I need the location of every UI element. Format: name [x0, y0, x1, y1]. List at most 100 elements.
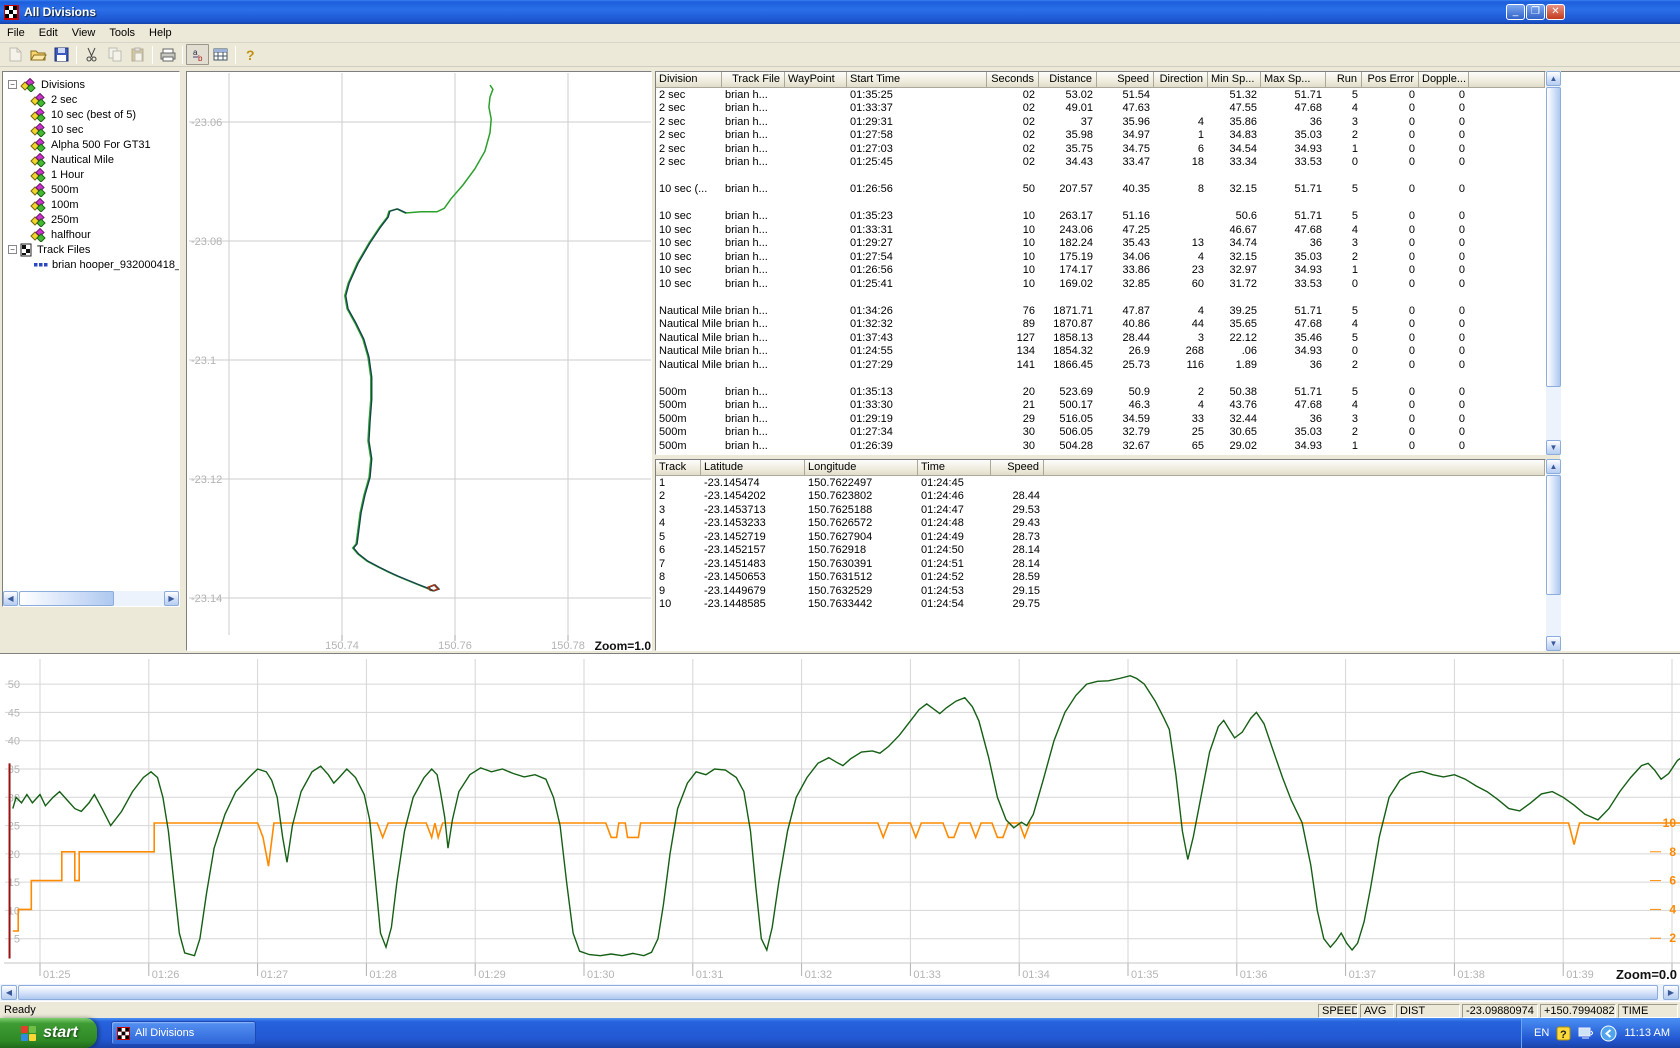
language-indicator[interactable]: EN: [1534, 1027, 1549, 1039]
runs-column-header[interactable]: Distance: [1039, 72, 1097, 88]
runs-table-row[interactable]: 2 secbrian h...01:27:030235.7534.75634.5…: [656, 142, 1545, 156]
tree-item-division-9[interactable]: halfhour: [30, 227, 91, 242]
clock[interactable]: 11:13 AM: [1624, 1027, 1670, 1039]
runs-table-row[interactable]: [656, 372, 1545, 386]
messenger-icon[interactable]: ?: [1556, 1026, 1571, 1041]
grid-view-icon[interactable]: [209, 44, 232, 65]
tree-item-division-8[interactable]: 250m: [30, 212, 79, 227]
speed-chart-panel[interactable]: 01:2501:2601:2701:2801:2901:3001:3101:32…: [0, 653, 1680, 984]
cut-icon[interactable]: [80, 44, 103, 65]
runs-table-row[interactable]: Nautical Milebrian h...01:24:551341854.3…: [656, 345, 1545, 359]
runs-table-row[interactable]: 500mbrian h...01:35:1320523.6950.9250.38…: [656, 385, 1545, 399]
runs-column-header[interactable]: Dopple...: [1419, 72, 1469, 88]
points-column-header[interactable]: Time: [918, 460, 991, 476]
runs-table-row[interactable]: 10 secbrian h...01:33:3110243.0647.2546.…: [656, 223, 1545, 237]
copy-icon[interactable]: [103, 44, 126, 65]
collapse-icon[interactable]: −: [8, 80, 17, 89]
runs-table-row[interactable]: 2 secbrian h...01:29:31023735.96435.8636…: [656, 115, 1545, 129]
runs-column-header[interactable]: Start Time: [847, 72, 987, 88]
runs-table-row[interactable]: [656, 196, 1545, 210]
runs-table-row[interactable]: Nautical Milebrian h...01:27:291411866.4…: [656, 358, 1545, 372]
taskbar-item-all-divisions[interactable]: All Divisions: [111, 1021, 256, 1045]
new-document-icon[interactable]: [4, 44, 27, 65]
runs-column-header[interactable]: Division: [656, 72, 722, 88]
tree-item-division-3[interactable]: Alpha 500 For GT31: [30, 137, 151, 152]
runs-column-header[interactable]: Track File: [722, 72, 785, 88]
minimize-button[interactable]: _: [1506, 4, 1525, 20]
paste-icon[interactable]: [126, 44, 149, 65]
points-table-row[interactable]: 6-23.1452157150.76291801:24:5028.14: [656, 544, 1545, 558]
points-table-row[interactable]: 5-23.1452719150.762790401:24:4928.73: [656, 530, 1545, 544]
tree-item-division-6[interactable]: 500m: [30, 182, 79, 197]
points-table-row[interactable]: 8-23.1450653150.763151201:24:5228.59: [656, 571, 1545, 585]
tree-item-track-file-0[interactable]: brian hooper_932000418_: [34, 257, 179, 272]
points-table-row[interactable]: 4-23.1453233150.762657201:24:4829.43: [656, 517, 1545, 531]
label-toggle-icon[interactable]: ab: [186, 44, 209, 65]
track-map-panel[interactable]: -23.06-23.08-23.1-23.12-23.14150.74150.7…: [186, 71, 652, 651]
chart-horizontal-scrollbar[interactable]: ◀ ▶: [0, 984, 1680, 1001]
runs-table-row[interactable]: 10 secbrian h...01:26:5610174.1733.86233…: [656, 264, 1545, 278]
runs-table-row[interactable]: [656, 169, 1545, 183]
runs-table-row[interactable]: Nautical Milebrian h...01:34:26761871.71…: [656, 304, 1545, 318]
runs-table-row[interactable]: 500mbrian h...01:27:3430506.0532.792530.…: [656, 426, 1545, 440]
close-button[interactable]: ✕: [1546, 4, 1565, 20]
points-table-scrollbar[interactable]: ▲ ▼: [1546, 459, 1561, 651]
points-column-header[interactable]: Latitude: [701, 460, 805, 476]
runs-column-header[interactable]: Min Sp...: [1208, 72, 1261, 88]
runs-table-row[interactable]: 500mbrian h...01:26:3930504.2832.676529.…: [656, 439, 1545, 453]
runs-table-scrollbar[interactable]: ▲ ▼: [1546, 71, 1561, 455]
scroll-down-icon[interactable]: ▼: [1546, 636, 1561, 651]
runs-table-row[interactable]: 2 secbrian h...01:33:370249.0147.6347.55…: [656, 102, 1545, 116]
runs-column-header[interactable]: Run: [1326, 72, 1362, 88]
save-icon[interactable]: [50, 44, 73, 65]
tree-item-division-2[interactable]: 10 sec: [30, 122, 83, 137]
scroll-left-icon[interactable]: ◀: [1, 985, 17, 1000]
runs-column-header[interactable]: Seconds: [987, 72, 1039, 88]
runs-table-row[interactable]: 2 secbrian h...01:25:450234.4333.471833.…: [656, 156, 1545, 170]
runs-table-row[interactable]: 500mbrian h...01:29:1929516.0534.593332.…: [656, 412, 1545, 426]
points-table-row[interactable]: 2-23.1454202150.762380201:24:4628.44: [656, 490, 1545, 504]
menu-help[interactable]: Help: [142, 25, 179, 41]
runs-table-row[interactable]: 10 secbrian h...01:25:4110169.0232.85603…: [656, 277, 1545, 291]
runs-column-header[interactable]: Pos Error: [1362, 72, 1419, 88]
tree-horizontal-scrollbar[interactable]: ◀ ▶: [3, 591, 179, 606]
help-icon[interactable]: ?: [239, 44, 262, 65]
points-table-row[interactable]: 1-23.145474150.762249701:24:45: [656, 476, 1545, 490]
scroll-left-icon[interactable]: ◀: [3, 591, 18, 606]
runs-column-header[interactable]: Speed: [1097, 72, 1154, 88]
points-column-header[interactable]: Speed: [991, 460, 1044, 476]
runs-table-row[interactable]: Nautical Milebrian h...01:32:32891870.87…: [656, 318, 1545, 332]
points-column-header[interactable]: Track: [656, 460, 701, 476]
display-icon[interactable]: [1578, 1027, 1593, 1040]
runs-table-row[interactable]: [656, 291, 1545, 305]
open-folder-icon[interactable]: [27, 44, 50, 65]
scroll-down-icon[interactable]: ▼: [1546, 440, 1561, 455]
maximize-button[interactable]: ❐: [1526, 4, 1545, 20]
menu-file[interactable]: File: [0, 25, 32, 41]
points-column-header[interactable]: Longitude: [805, 460, 918, 476]
runs-column-header[interactable]: WayPoint: [785, 72, 847, 88]
scrollbar-thumb[interactable]: [1546, 87, 1561, 387]
start-button[interactable]: start: [0, 1018, 97, 1048]
tree-root-divisions[interactable]: −Divisions: [8, 77, 85, 92]
points-table-row[interactable]: 7-23.1451483150.763039101:24:5128.14: [656, 557, 1545, 571]
points-table-row[interactable]: 3-23.1453713150.762518801:24:4729.53: [656, 503, 1545, 517]
scrollbar-thumb[interactable]: [19, 591, 114, 606]
tree-item-division-0[interactable]: 2 sec: [30, 92, 77, 107]
hide-icons-chevron[interactable]: [1600, 1025, 1617, 1042]
runs-table-row[interactable]: 10 sec (...brian h...01:26:5650207.5740.…: [656, 183, 1545, 197]
tree-item-division-4[interactable]: Nautical Mile: [30, 152, 114, 167]
runs-table-row[interactable]: 2 secbrian h...01:27:580235.9834.97134.8…: [656, 129, 1545, 143]
scroll-up-icon[interactable]: ▲: [1546, 459, 1561, 474]
print-icon[interactable]: [156, 44, 179, 65]
scroll-right-icon[interactable]: ▶: [164, 591, 179, 606]
runs-table-row[interactable]: 10 secbrian h...01:29:2710182.2435.43133…: [656, 237, 1545, 251]
runs-table-row[interactable]: 500mbrian h...01:33:3021500.1746.3443.76…: [656, 399, 1545, 413]
tree-root-track-files[interactable]: −Track Files: [8, 242, 90, 257]
runs-table-row[interactable]: Nautical Milebrian h...01:37:431271858.1…: [656, 331, 1545, 345]
runs-table-row[interactable]: 10 secbrian h...01:35:2310263.1751.1650.…: [656, 210, 1545, 224]
menu-edit[interactable]: Edit: [32, 25, 65, 41]
points-table-row[interactable]: 9-23.1449679150.763252901:24:5329.15: [656, 584, 1545, 598]
points-table-row[interactable]: 10-23.1448585150.763344201:24:5429.75: [656, 598, 1545, 612]
runs-column-header[interactable]: Max Sp...: [1261, 72, 1326, 88]
